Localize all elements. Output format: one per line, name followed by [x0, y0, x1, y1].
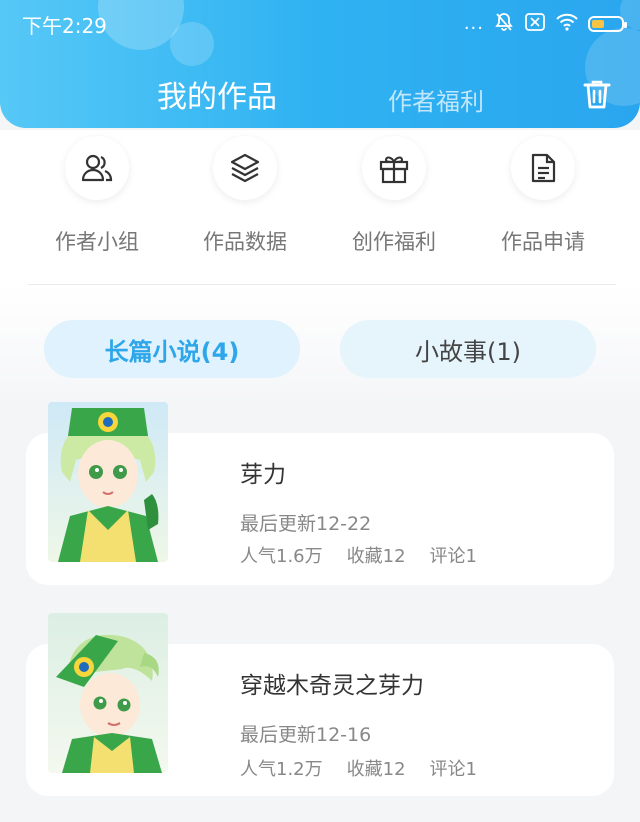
category-tabs: 长篇小说(4) 小故事(1): [0, 285, 640, 400]
action-author-group[interactable]: 作者小组: [22, 130, 172, 256]
work-title: 芽力: [240, 462, 286, 488]
work-updated: 最后更新12-22: [240, 513, 372, 535]
work-updated: 最后更新12-16: [240, 724, 372, 746]
work-stats: 人气1.2万 收藏12 评论1: [240, 755, 501, 781]
header: 下午2:29 ... 我的作品 作者福利: [0, 0, 640, 128]
work-comments: 评论1: [429, 546, 477, 567]
action-label: 创作福利: [352, 230, 436, 254]
action-label: 作品数据: [203, 230, 287, 254]
work-comments: 评论1: [429, 759, 477, 780]
quick-actions: 作者小组 作品数据 创作福利 作品申请: [0, 130, 640, 286]
status-bar: 下午2:29 ...: [0, 0, 640, 48]
layers-icon: [213, 136, 277, 200]
action-work-data[interactable]: 作品数据: [170, 130, 320, 256]
trash-icon[interactable]: [582, 78, 612, 110]
action-creation-benefits[interactable]: 创作福利: [319, 130, 469, 256]
document-icon: [511, 136, 575, 200]
status-icons: ...: [463, 12, 627, 36]
tab-long-novels[interactable]: 长篇小说(4): [44, 320, 300, 378]
users-icon: [65, 136, 129, 200]
tab-short-stories[interactable]: 小故事(1): [340, 320, 596, 378]
battery-icon: [588, 16, 627, 32]
work-stats: 人气1.6万 收藏12 评论1: [240, 542, 501, 568]
work-popularity: 人气1.2万: [240, 759, 323, 780]
mute-bell-icon: [494, 12, 514, 36]
work-popularity: 人气1.6万: [240, 546, 323, 567]
action-label: 作品申请: [501, 230, 585, 254]
more-dots-icon: ...: [463, 13, 484, 34]
work-cover-image[interactable]: [48, 613, 168, 773]
work-favorites: 收藏12: [346, 546, 406, 567]
action-work-application[interactable]: 作品申请: [468, 130, 618, 256]
work-favorites: 收藏12: [346, 759, 406, 780]
action-label: 作者小组: [55, 230, 139, 254]
gift-icon: [362, 136, 426, 200]
tab-author-benefits[interactable]: 作者福利: [388, 82, 484, 117]
wifi-icon: [556, 13, 578, 35]
work-cover-image[interactable]: [48, 402, 168, 562]
work-title: 穿越木奇灵之芽力: [240, 673, 424, 699]
no-sim-icon: [524, 12, 546, 36]
status-time: 下午2:29: [22, 14, 107, 38]
tab-my-works[interactable]: 我的作品: [157, 72, 277, 116]
